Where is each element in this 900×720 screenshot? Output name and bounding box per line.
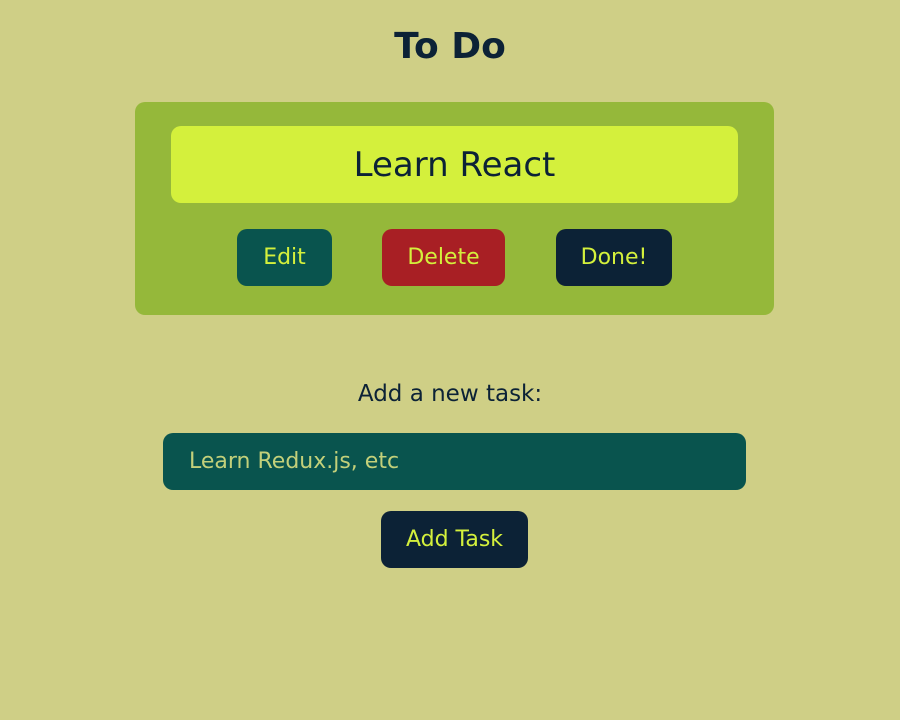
new-task-label: Add a new task: bbox=[357, 381, 543, 407]
task-text: Learn React bbox=[171, 126, 738, 203]
new-task-input[interactable] bbox=[163, 433, 746, 490]
done-button[interactable]: Done! bbox=[556, 229, 672, 286]
add-task-button[interactable]: Add Task bbox=[381, 511, 528, 568]
edit-button[interactable]: Edit bbox=[237, 229, 332, 286]
task-card: Learn React Edit Delete Done! bbox=[135, 102, 774, 315]
delete-button[interactable]: Delete bbox=[382, 229, 505, 286]
page-title: To Do bbox=[394, 26, 506, 67]
